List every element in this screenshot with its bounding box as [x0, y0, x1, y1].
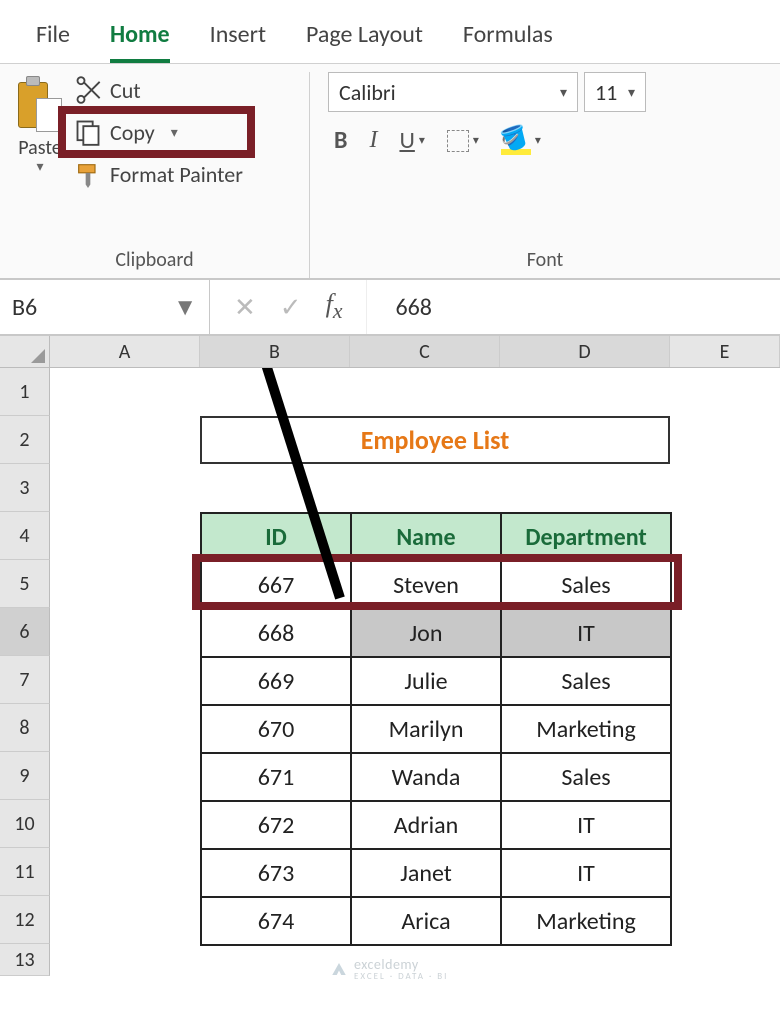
cut-label: Cut — [110, 77, 141, 104]
table-row[interactable]: 669 Julie Sales — [201, 657, 671, 705]
formula-bar: B6 ▼ ✕ ✓ fx 668 — [0, 279, 780, 335]
font-family-value: Calibri — [339, 79, 396, 106]
tab-page-layout[interactable]: Page Layout — [306, 20, 423, 63]
column-headers: A B C D E — [0, 336, 780, 368]
ribbon-tabs: File Home Insert Page Layout Formulas — [0, 0, 780, 63]
row-header[interactable]: 12 — [0, 896, 50, 944]
table-row[interactable]: 668 Jon IT — [201, 609, 671, 657]
format-painter-label: Format Painter — [110, 161, 243, 188]
bold-button[interactable]: B — [334, 126, 347, 155]
copy-button[interactable]: Copy ▾ — [68, 112, 249, 152]
cut-button[interactable]: Cut — [68, 74, 249, 106]
group-font: Calibri ▾ 11 ▾ B I U ▾ ▾ — [310, 72, 780, 278]
logo-icon — [330, 960, 348, 978]
sheet-title[interactable]: Employee List — [200, 416, 670, 464]
chevron-down-icon: ▾ — [419, 133, 425, 148]
table-row[interactable]: 673 Janet IT — [201, 849, 671, 897]
col-header-d[interactable]: D — [500, 336, 670, 367]
header-dept[interactable]: Department — [501, 513, 671, 561]
name-box-value: B6 — [12, 293, 37, 322]
header-id[interactable]: ID — [201, 513, 351, 561]
chevron-down-icon[interactable]: ▾ — [171, 124, 178, 141]
paste-label: Paste — [18, 136, 62, 160]
group-label-font: Font — [328, 242, 762, 272]
cancel-icon[interactable]: ✕ — [234, 291, 256, 323]
row-header[interactable]: 10 — [0, 800, 50, 848]
paintbrush-icon — [74, 160, 102, 188]
row-header[interactable]: 8 — [0, 704, 50, 752]
chevron-down-icon: ▾ — [535, 133, 541, 148]
chevron-down-icon: ▾ — [560, 84, 567, 101]
row-header[interactable]: 4 — [0, 512, 50, 560]
tab-insert[interactable]: Insert — [210, 20, 266, 63]
table-row[interactable]: 670 Marilyn Marketing — [201, 705, 671, 753]
underline-button[interactable]: U ▾ — [399, 126, 424, 155]
table-row[interactable]: 671 Wanda Sales — [201, 753, 671, 801]
header-name[interactable]: Name — [351, 513, 501, 561]
col-header-a[interactable]: A — [50, 336, 200, 367]
row-header[interactable]: 6 — [0, 608, 50, 656]
copy-label: Copy — [110, 119, 155, 146]
group-clipboard: Paste ▾ Cut Copy ▾ Format Painter C — [0, 72, 310, 278]
paste-button[interactable]: Paste ▾ — [18, 72, 62, 242]
select-all-corner[interactable] — [0, 336, 50, 367]
col-header-c[interactable]: C — [350, 336, 500, 367]
fx-icon[interactable]: fx — [326, 289, 343, 324]
table-row[interactable]: 674 Arica Marketing — [201, 897, 671, 945]
fill-color-button[interactable]: 🪣 ▾ — [501, 127, 541, 155]
watermark-tag: EXCEL · DATA · BI — [354, 971, 448, 982]
table-row[interactable]: 672 Adrian IT — [201, 801, 671, 849]
font-size-select[interactable]: 11 ▾ — [584, 72, 646, 112]
row-header[interactable]: 2 — [0, 416, 50, 464]
row-header[interactable]: 5 — [0, 560, 50, 608]
row-header[interactable]: 3 — [0, 464, 50, 512]
row-header[interactable]: 9 — [0, 752, 50, 800]
chevron-down-icon: ▾ — [473, 133, 479, 148]
name-box[interactable]: B6 ▼ — [0, 280, 210, 334]
copy-icon — [74, 118, 102, 146]
row-header[interactable]: 1 — [0, 368, 50, 416]
col-header-e[interactable]: E — [670, 336, 780, 367]
table-row[interactable]: 667 Steven Sales — [201, 561, 671, 609]
chevron-down-icon: ▼ — [173, 293, 197, 322]
format-painter-button[interactable]: Format Painter — [68, 158, 249, 190]
row-header[interactable]: 11 — [0, 848, 50, 896]
row-header[interactable]: 7 — [0, 656, 50, 704]
tab-formulas[interactable]: Formulas — [463, 20, 553, 63]
chevron-down-icon: ▾ — [628, 84, 635, 101]
data-table: ID Name Department 667 Steven Sales 668 … — [200, 512, 672, 946]
ribbon: Paste ▾ Cut Copy ▾ Format Painter C — [0, 63, 780, 279]
row-headers: 1 2 3 4 5 6 7 8 9 10 11 12 13 — [0, 368, 50, 976]
tab-file[interactable]: File — [36, 20, 70, 63]
formula-input[interactable]: 668 — [367, 280, 780, 334]
paste-icon — [18, 76, 62, 132]
font-family-select[interactable]: Calibri ▾ — [328, 72, 578, 112]
border-icon — [447, 130, 469, 152]
watermark: exceldemy EXCEL · DATA · BI — [330, 956, 448, 982]
group-label-clipboard: Clipboard — [18, 242, 291, 272]
borders-button[interactable]: ▾ — [447, 130, 479, 152]
italic-button[interactable]: I — [369, 127, 377, 154]
spreadsheet-grid: A B C D E 1 2 3 4 5 6 7 8 9 10 11 12 13 … — [0, 335, 780, 976]
chevron-down-icon[interactable]: ▾ — [36, 158, 43, 175]
tab-home[interactable]: Home — [110, 20, 170, 63]
enter-icon[interactable]: ✓ — [280, 291, 302, 323]
col-header-b[interactable]: B — [200, 336, 350, 367]
font-size-value: 11 — [595, 79, 617, 106]
scissors-icon — [74, 76, 102, 104]
paint-bucket-icon: 🪣 — [501, 127, 531, 155]
row-header[interactable]: 13 — [0, 944, 50, 976]
cells-area[interactable]: Employee List ID Name Department 667 Ste… — [50, 368, 780, 976]
